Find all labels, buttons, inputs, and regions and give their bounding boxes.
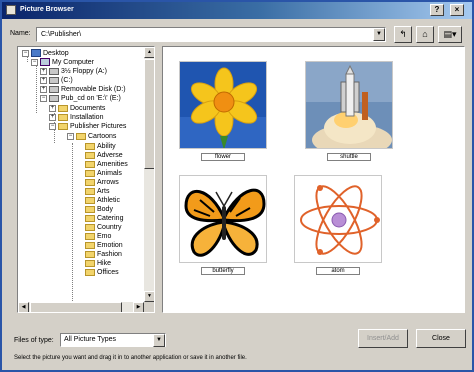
tree-item-desktop[interactable]: − Desktop <box>22 49 69 58</box>
folder-icon <box>85 214 95 222</box>
floppy-icon <box>49 67 59 75</box>
scroll-thumb[interactable] <box>30 302 122 312</box>
folder-icon <box>85 205 95 213</box>
folder-icon <box>85 196 95 204</box>
tree-item-folder[interactable]: Body <box>85 205 113 214</box>
scroll-right-icon[interactable]: ▶ <box>133 302 144 312</box>
home-icon[interactable]: ⌂ <box>416 26 434 43</box>
status-bar: Select the picture you want and drag it … <box>14 355 247 361</box>
tree-item-removable-disk[interactable]: + Removable Disk (D:) <box>40 85 126 94</box>
scroll-down-icon[interactable]: ▼ <box>144 291 154 302</box>
picture-label: atom <box>316 267 360 275</box>
tree-item-folder[interactable]: Athletic <box>85 196 120 205</box>
cd-icon <box>49 94 59 102</box>
folder-icon <box>58 113 68 121</box>
tree-item-folder[interactable]: Ability <box>85 142 116 151</box>
filetype-select[interactable]: All Picture Types ▼ <box>60 333 166 347</box>
drive-icon <box>49 76 59 84</box>
tree-item-installation[interactable]: + Installation <box>49 113 103 122</box>
folder-icon <box>85 268 95 276</box>
picture-view[interactable]: flower shuttle butterfly atom <box>162 46 465 313</box>
scrollbar-corner <box>144 302 154 312</box>
tree-vertical-scrollbar[interactable]: ▲ ▼ <box>144 47 154 302</box>
picture-browser-window: Picture Browser ? × Name: C:\Publisher\ … <box>0 0 474 372</box>
folder-icon <box>85 151 95 159</box>
tree-item-folder[interactable]: Adverse <box>85 151 123 160</box>
flower-picture <box>179 61 267 149</box>
help-button[interactable]: ? <box>430 4 444 16</box>
up-folder-icon[interactable]: ↰ <box>394 26 412 43</box>
tree-item-folder[interactable]: Catering <box>85 214 123 223</box>
tree-item-folder[interactable]: Country <box>85 223 122 232</box>
insert-button[interactable]: Insert/Add <box>358 329 408 348</box>
scroll-left-icon[interactable]: ◀ <box>18 302 29 312</box>
tree-item-documents[interactable]: + Documents <box>49 104 105 113</box>
tree-item-my-computer[interactable]: − My Computer <box>31 58 94 67</box>
folder-icon <box>85 232 95 240</box>
tree-item-folder[interactable]: Offices <box>85 268 119 277</box>
tree-item-folder[interactable]: Emotion <box>85 241 123 250</box>
folder-icon <box>85 142 95 150</box>
close-window-button[interactable]: × <box>450 4 464 16</box>
filetype-label: Files of type: <box>14 337 54 344</box>
desktop-icon <box>31 49 41 58</box>
folder-icon <box>85 250 95 258</box>
tree-item-folder[interactable]: Emo <box>85 232 111 241</box>
folder-icon <box>58 104 68 112</box>
scroll-up-icon[interactable]: ▲ <box>144 47 154 58</box>
folder-icon <box>85 169 95 177</box>
computer-icon <box>40 58 50 67</box>
views-icon[interactable]: ▤▾ <box>438 26 462 43</box>
picture-label: butterfly <box>201 267 245 275</box>
tree-item-folder[interactable]: Hike <box>85 259 111 268</box>
tree-item-publisher-pictures[interactable]: − Publisher Pictures <box>49 122 126 131</box>
tree-item-folder[interactable]: Animals <box>85 169 122 178</box>
folder-icon <box>85 223 95 231</box>
atom-picture <box>294 175 382 263</box>
filetype-value: All Picture Types <box>64 336 117 343</box>
lookin-combo[interactable]: C:\Publisher\ ▼ <box>36 27 386 42</box>
scroll-thumb[interactable] <box>144 59 154 169</box>
folder-icon <box>85 259 95 267</box>
shuttle-picture <box>305 61 393 149</box>
tree-item-cartoons[interactable]: − Cartoons <box>67 132 116 141</box>
tree-horizontal-scrollbar[interactable]: ◀ ▶ <box>18 302 144 312</box>
chevron-down-icon[interactable]: ▼ <box>153 334 165 347</box>
tree-item-folder[interactable]: Arts <box>85 187 109 196</box>
close-button[interactable]: Close <box>416 329 466 348</box>
folder-icon <box>85 178 95 186</box>
tree-item-folder[interactable]: Fashion <box>85 250 122 259</box>
picture-label: flower <box>201 153 245 161</box>
butterfly-picture <box>179 175 267 263</box>
folder-icon <box>76 132 86 140</box>
tree-item-folder[interactable]: Arrows <box>85 178 119 187</box>
tree-item-cd-drive[interactable]: − Pub_cd on 'E:\' (E:) <box>40 94 121 103</box>
picture-label: shuttle <box>327 153 371 161</box>
folder-tree[interactable]: − Desktop − My Computer +3½ Floppy (A:) +(… <box>17 46 155 313</box>
lookin-value: C:\Publisher\ <box>41 31 82 38</box>
drive-icon <box>49 85 59 93</box>
tree-item-folder[interactable]: Amenities <box>85 160 128 169</box>
lookin-label: Name: <box>10 30 31 37</box>
folder-icon <box>58 122 68 130</box>
pane-splitter[interactable] <box>158 46 161 313</box>
tree-item-c-drive[interactable]: + (C:) <box>40 76 73 85</box>
window-title: Picture Browser <box>20 6 74 13</box>
chevron-down-icon[interactable]: ▼ <box>373 28 385 41</box>
app-icon <box>6 5 16 15</box>
title-bar[interactable]: Picture Browser ? × <box>2 2 472 19</box>
folder-icon <box>85 187 95 195</box>
folder-icon <box>85 241 95 249</box>
folder-icon <box>85 160 95 168</box>
tree-item-floppy[interactable]: +3½ Floppy (A:) <box>40 67 107 76</box>
